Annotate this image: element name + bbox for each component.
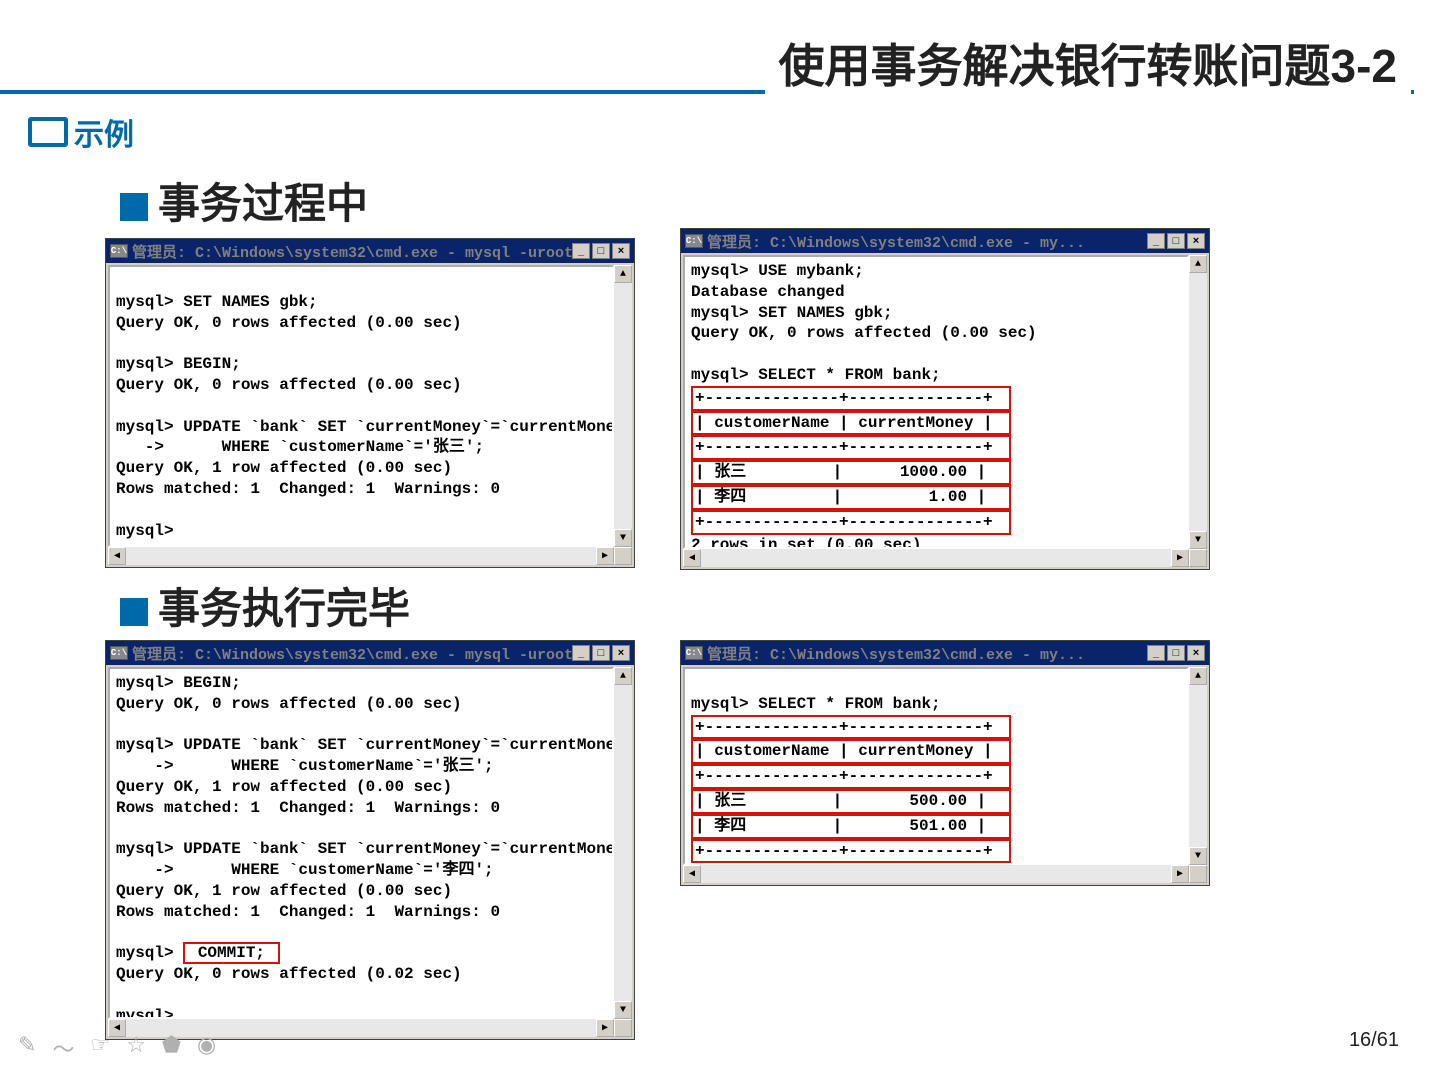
footer-tool-icon[interactable]: 〜 — [52, 1032, 74, 1064]
monitor-icon — [28, 117, 68, 147]
maximize-button[interactable]: □ — [1167, 645, 1185, 661]
scroll-up-icon[interactable]: ▲ — [614, 667, 632, 685]
vertical-scrollbar[interactable]: ▲▼ — [614, 667, 632, 1019]
titlebar[interactable]: C:\ 管理员: C:\Windows\system32\cmd.exe - m… — [106, 641, 634, 665]
minimize-button[interactable]: _ — [1147, 233, 1165, 249]
resize-grip[interactable] — [1189, 865, 1207, 883]
titlebar[interactable]: C:\ 管理员: C:\Windows\system32\cmd.exe - m… — [681, 229, 1209, 253]
footer-tool-icon[interactable]: ⬟ — [162, 1032, 181, 1064]
title-text: 管理员: C:\Windows\system32\cmd.exe - my... — [707, 643, 1147, 664]
scroll-right-icon[interactable]: ▶ — [1171, 865, 1189, 883]
maximize-button[interactable]: □ — [592, 645, 610, 661]
cmd-icon: C:\ — [685, 646, 703, 660]
example-tag: 示例 — [28, 110, 134, 154]
close-button[interactable]: × — [1187, 645, 1205, 661]
bullet-square-icon — [120, 193, 148, 221]
resize-grip[interactable] — [1189, 549, 1207, 567]
vertical-scrollbar[interactable]: ▲▼ — [1189, 667, 1207, 865]
page-number: 16/61 — [1349, 1029, 1399, 1052]
terminal-output[interactable]: mysql> USE mybank; Database changed mysq… — [683, 255, 1189, 549]
section1-text: 事务过程中 — [158, 180, 368, 227]
cmd-window-3: C:\ 管理员: C:\Windows\system32\cmd.exe - m… — [105, 640, 635, 1040]
scroll-down-icon[interactable]: ▼ — [1189, 847, 1207, 865]
close-button[interactable]: × — [612, 243, 630, 259]
horizontal-scrollbar[interactable]: ◀▶ — [683, 549, 1189, 567]
cmd-window-4: C:\ 管理员: C:\Windows\system32\cmd.exe - m… — [680, 640, 1210, 886]
scroll-left-icon[interactable]: ◀ — [683, 549, 701, 567]
section-heading-1: 事务过程中 — [120, 170, 368, 231]
titlebar[interactable]: C:\ 管理员: C:\Windows\system32\cmd.exe - m… — [106, 239, 634, 263]
page-title: 使用事务解决银行转账问题3-2 — [765, 30, 1411, 96]
section2-text: 事务执行完毕 — [158, 585, 410, 632]
minimize-button[interactable]: _ — [572, 645, 590, 661]
minimize-button[interactable]: _ — [572, 243, 590, 259]
resize-grip[interactable] — [614, 547, 632, 565]
terminal-output[interactable]: mysql> SELECT * FROM bank; +------------… — [683, 667, 1189, 865]
title-text: 管理员: C:\Windows\system32\cmd.exe - mysql… — [132, 241, 572, 262]
footer-tool-icon[interactable]: ☞ — [90, 1032, 110, 1064]
maximize-button[interactable]: □ — [592, 243, 610, 259]
resize-grip[interactable] — [614, 1019, 632, 1037]
horizontal-scrollbar[interactable]: ◀▶ — [108, 547, 614, 565]
minimize-button[interactable]: _ — [1147, 645, 1165, 661]
cmd-window-1: C:\ 管理员: C:\Windows\system32\cmd.exe - m… — [105, 238, 635, 568]
scroll-right-icon[interactable]: ▶ — [596, 547, 614, 565]
scroll-down-icon[interactable]: ▼ — [614, 529, 632, 547]
cmd-icon: C:\ — [110, 646, 128, 660]
close-button[interactable]: × — [612, 645, 630, 661]
section-heading-2: 事务执行完毕 — [120, 575, 410, 636]
horizontal-scrollbar[interactable]: ◀▶ — [683, 865, 1189, 883]
example-label: 示例 — [74, 110, 134, 154]
footer-tool-icon[interactable]: ✎ — [18, 1032, 36, 1064]
title-text: 管理员: C:\Windows\system32\cmd.exe - mysql… — [132, 643, 572, 664]
terminal-output[interactable]: mysql> BEGIN; Query OK, 0 rows affected … — [108, 667, 614, 1019]
bullet-square-icon — [120, 598, 148, 626]
scroll-right-icon[interactable]: ▶ — [596, 1019, 614, 1037]
maximize-button[interactable]: □ — [1167, 233, 1185, 249]
scroll-up-icon[interactable]: ▲ — [1189, 255, 1207, 273]
close-button[interactable]: × — [1187, 233, 1205, 249]
vertical-scrollbar[interactable]: ▲▼ — [614, 265, 632, 547]
cmd-icon: C:\ — [685, 234, 703, 248]
scroll-down-icon[interactable]: ▼ — [614, 1001, 632, 1019]
vertical-scrollbar[interactable]: ▲▼ — [1189, 255, 1207, 549]
scroll-down-icon[interactable]: ▼ — [1189, 531, 1207, 549]
cmd-window-2: C:\ 管理员: C:\Windows\system32\cmd.exe - m… — [680, 228, 1210, 570]
scroll-up-icon[interactable]: ▲ — [614, 265, 632, 283]
cmd-icon: C:\ — [110, 244, 128, 258]
footer-tool-icon[interactable]: ◉ — [197, 1032, 216, 1064]
title-text: 管理员: C:\Windows\system32\cmd.exe - my... — [707, 231, 1147, 252]
scroll-left-icon[interactable]: ◀ — [108, 547, 126, 565]
scroll-up-icon[interactable]: ▲ — [1189, 667, 1207, 685]
terminal-output[interactable]: mysql> SET NAMES gbk; Query OK, 0 rows a… — [108, 265, 614, 547]
titlebar[interactable]: C:\ 管理员: C:\Windows\system32\cmd.exe - m… — [681, 641, 1209, 665]
scroll-right-icon[interactable]: ▶ — [1171, 549, 1189, 567]
footer-toolbar: ✎ 〜 ☞ ☆ ⬟ ◉ — [18, 1032, 216, 1064]
footer-tool-icon[interactable]: ☆ — [126, 1032, 146, 1064]
scroll-left-icon[interactable]: ◀ — [683, 865, 701, 883]
